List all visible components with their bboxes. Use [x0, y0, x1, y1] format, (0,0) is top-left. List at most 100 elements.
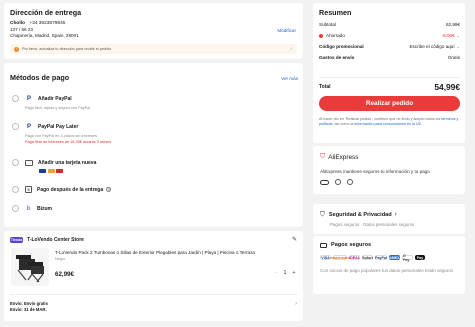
folding-chair-image: [16, 255, 44, 283]
product-image[interactable]: [11, 248, 49, 286]
store-card: Tienda T-LoVendo Center Store ✎ T-LoVend…: [4, 231, 303, 321]
edit-icon[interactable]: ✎: [292, 236, 297, 243]
radio-button[interactable]: [12, 205, 19, 212]
secure-payments-header: Pagos seguros: [320, 242, 371, 248]
radio-button[interactable]: [12, 159, 19, 166]
payment-method-label: Pago después de la entrega: [37, 186, 104, 193]
modify-address-link[interactable]: Modificar: [277, 28, 296, 33]
payment-method-label: PayPal Pay Later: [38, 123, 79, 130]
help-icon[interactable]: ?: [106, 187, 112, 192]
address-recipient: Chollo +34 3923879845: [10, 21, 65, 26]
address-name: Chollo: [10, 21, 25, 26]
cash-icon: $: [25, 186, 32, 193]
secure-payments-text: Con socios de pago populares tus datos p…: [320, 268, 454, 273]
radio-button[interactable]: [12, 186, 19, 193]
payment-method-sub: Paga con PayPal en 3 plazos sin interese…: [25, 134, 97, 138]
aliexpress-text: AliExpress mantiene seguros tu informaci…: [320, 169, 430, 174]
payment-method-paypal-pay-later[interactable]: P PayPal Pay Later Paga con PayPal en 3 …: [12, 123, 292, 144]
address-notice-text: Por favor, actualiza tu dirección para r…: [22, 47, 112, 51]
total-value: 54,99€: [434, 82, 460, 92]
payment-method-label: Añadir PayPal: [38, 95, 72, 102]
radio-button[interactable]: [12, 95, 19, 102]
discount-dot-icon: [319, 33, 323, 38]
bizum-icon: b: [26, 205, 31, 212]
summary-divider: [319, 77, 460, 78]
address-notice: ! Por favor, actualiza tu dirección para…: [10, 44, 297, 54]
support-badge-icon: [347, 179, 353, 185]
product-title[interactable]: T-LoVendo Pack 2 Tumbonas o Sillas de Ex…: [55, 250, 295, 256]
see-more-link[interactable]: Ver más: [281, 76, 298, 81]
product-price: 62,99€: [55, 271, 74, 278]
aliexpress-header: ⛉ AliExpress: [320, 153, 358, 161]
eu-consumer-info-link[interactable]: información para consumidores en la UE: [354, 122, 421, 126]
trust-badges: [320, 179, 353, 185]
summary-row-value: 62,99€: [445, 22, 460, 27]
amex-logo-icon: AMEX: [389, 255, 400, 260]
summary-row-saved[interactable]: Ahorrado -8,00€ ⌄: [319, 33, 460, 38]
google-pay-logo-icon: G Pay: [402, 254, 413, 262]
summary-row-label: Subtotal: [319, 22, 336, 27]
apple-pay-logo-icon: Pay: [415, 255, 425, 260]
amex-logo-icon: [56, 169, 63, 173]
legal-text-part: , así como la: [332, 121, 355, 126]
store-badge: Tienda: [10, 237, 23, 243]
summary-title: Resumen: [319, 8, 352, 17]
shield-check-icon: ⛉: [320, 211, 325, 218]
sofort-logo-icon: Sofort: [362, 255, 373, 260]
payment-card: Métodos de pago Ver más P Añadir PayPal …: [4, 63, 303, 227]
security-card[interactable]: ⛉ Seguridad & Privacidad › Pagos seguros…: [313, 204, 465, 234]
secure-payments-card: Pagos seguros VISA mastercard iDEAL Sofo…: [313, 236, 465, 294]
secure-payments-title: Pagos seguros: [331, 242, 372, 248]
shipping-label: Envío: Envío gratis: [10, 301, 48, 306]
summary-row-value: Gratis: [447, 55, 460, 60]
payment-method-label: Bizum: [37, 205, 52, 212]
summary-row-label: Gastos de envío: [319, 55, 355, 60]
chevron-down-icon: ⌄: [456, 44, 460, 49]
address-phone: +34 3923879845: [29, 21, 66, 26]
credit-card-icon: [25, 159, 33, 166]
total-label: Total: [319, 84, 331, 90]
radio-button[interactable]: [12, 123, 19, 130]
chevron-down-icon: ⌄: [456, 33, 460, 38]
card-brand-logos: [39, 169, 292, 173]
toggle-badge-icon: [320, 179, 329, 185]
promo-code-input[interactable]: Escribe el código aquí: [409, 44, 454, 49]
mastercard-logo-icon: mastercard: [330, 255, 350, 260]
chevron-right-icon: ›: [394, 212, 397, 218]
security-header: ⛉ Seguridad & Privacidad ›: [320, 211, 397, 219]
product-variant: Negro: [55, 257, 66, 261]
payment-logos: VISA mastercard iDEAL Sofort PayPal AMEX…: [320, 254, 425, 262]
quantity-value[interactable]: 1: [279, 270, 291, 276]
payment-method-bizum[interactable]: b Bizum: [12, 205, 292, 212]
address-card: Dirección de entrega Chollo +34 39238798…: [4, 3, 303, 59]
chevron-right-icon[interactable]: ›: [290, 46, 292, 52]
legal-text-part: Al hacer clic en 'Realizar pedido', conf…: [319, 117, 442, 121]
ideal-logo-icon: iDEAL: [349, 255, 360, 260]
security-sub: Pagos seguros · Datos personales seguros: [330, 222, 415, 227]
credit-card-icon: [320, 242, 327, 248]
mastercard-logo-icon: [47, 169, 55, 173]
summary-row-value: -8,00€: [441, 33, 455, 38]
shield-check-icon: ⛉: [320, 153, 326, 160]
payment-method-add-paypal[interactable]: P Añadir PayPal Pago fácil, rápido y seg…: [12, 95, 292, 110]
increase-quantity-button[interactable]: +: [291, 270, 297, 276]
payment-method-add-card[interactable]: Añadir una tarjeta nueva: [12, 159, 292, 173]
summary-row-label: Ahorrado: [326, 33, 345, 38]
address-line2: Chapinería, Madrid, Spain, 28001: [10, 33, 79, 38]
address-line1: 137 / 56 23: [10, 27, 33, 32]
chevron-right-icon[interactable]: ›: [295, 301, 297, 307]
security-title: Seguridad & Privacidad: [328, 212, 392, 218]
aliexpress-title: AliExpress: [328, 153, 359, 161]
store-name: T-LoVendo Center Store: [27, 237, 84, 243]
summary-row-promo[interactable]: Código promocional Escribe el código aqu…: [319, 44, 460, 49]
summary-row-shipping: Gastos de envío Gratis: [319, 55, 460, 60]
payment-method-cash-on-delivery[interactable]: $ Pago después de la entrega ?: [12, 186, 292, 193]
payment-method-installment-note: Paga libre de intereses de 18,33€ durant…: [25, 140, 112, 144]
paypal-logo-icon: PayPal: [375, 255, 387, 260]
payment-method-sub: Pago fácil, rápido y seguro con PayPal: [25, 106, 91, 110]
place-order-button[interactable]: Realizar pedido: [319, 96, 460, 111]
paypal-icon: P: [26, 95, 31, 102]
aliexpress-card: ⛉ AliExpress AliExpress mantiene seguros…: [313, 146, 465, 194]
settings-badge-icon: [335, 179, 341, 185]
warning-icon: !: [14, 46, 19, 52]
